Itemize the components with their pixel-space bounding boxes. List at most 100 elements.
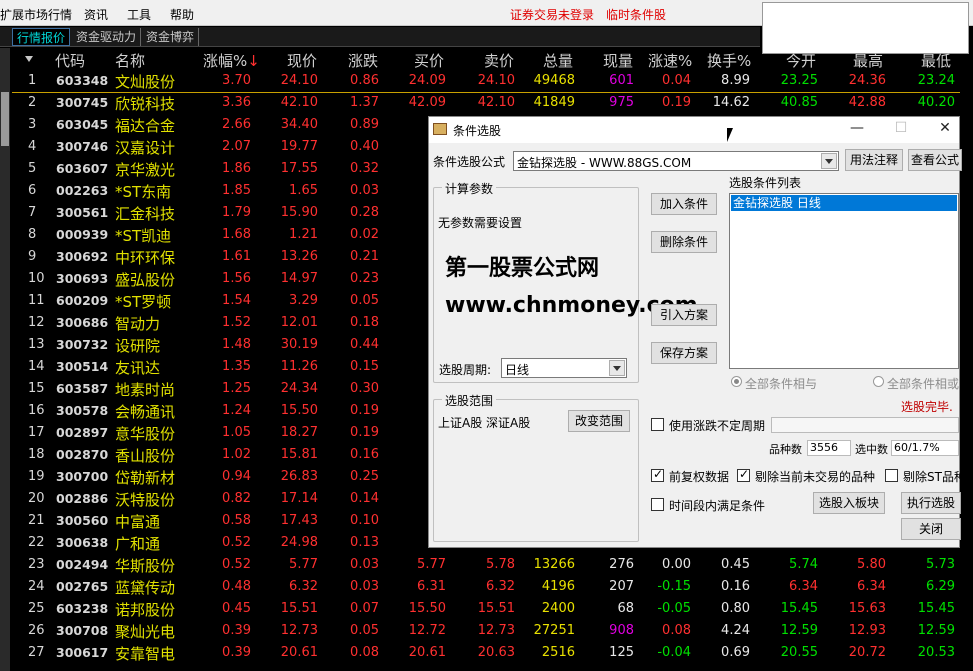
import-plan-button[interactable]: 引入方案 xyxy=(651,304,717,326)
quote-cell: 0.13 xyxy=(350,535,379,550)
chevron-down-icon[interactable] xyxy=(821,153,837,169)
col-volume[interactable]: 总量 xyxy=(543,50,573,71)
stock-code: 603607 xyxy=(56,161,109,176)
quote-cell: 20.61 xyxy=(280,645,318,660)
quote-cell: 0.44 xyxy=(350,337,379,352)
stock-name: 友讯达 xyxy=(115,359,161,377)
temp-condition-stocks[interactable]: 临时条件股 xyxy=(606,6,666,23)
quote-cell: 1.48 xyxy=(222,337,251,352)
range-value: 上证A股 深证A股 xyxy=(438,416,531,430)
maximize-icon[interactable]: ☐ xyxy=(891,120,911,138)
exclude-untraded-checkbox[interactable] xyxy=(737,467,750,482)
radio-all-or[interactable] xyxy=(873,376,884,387)
col-code[interactable]: 代码 xyxy=(55,50,85,71)
col-price[interactable]: 现价 xyxy=(287,50,317,71)
condition-list-label: 选股条件列表 xyxy=(729,176,802,190)
period-select[interactable]: 日线 xyxy=(501,358,627,378)
tab-fund-drive[interactable]: 资金驱动力 xyxy=(72,28,142,46)
table-row[interactable]: 25 603238 诺邦股份 0.45 15.51 0.07 15.50 15.51 2400 6… xyxy=(0,598,973,620)
forward-adjust-checkbox[interactable] xyxy=(651,467,664,482)
minimize-icon[interactable]: — xyxy=(847,120,867,138)
time-range-label: 时间段内满足条件 xyxy=(669,499,766,513)
table-row[interactable]: 26 300708 聚灿光电 0.39 12.73 0.05 12.72 12.73 27251… xyxy=(0,620,973,642)
table-row[interactable]: 2 300745 欣锐科技 3.36 42.10 1.37 42.09 42.10 41849 9… xyxy=(0,92,973,114)
quote-cell: 207 xyxy=(609,579,634,594)
col-name[interactable]: 名称 xyxy=(115,50,145,71)
col-change-pct[interactable]: 涨幅%↓ xyxy=(203,50,260,71)
quote-cell: 3.36 xyxy=(222,95,251,110)
all-and-label: 全部条件相与 xyxy=(745,377,818,391)
quote-cell: 2516 xyxy=(541,645,575,660)
quote-cell: 0.28 xyxy=(350,205,379,220)
menu-help[interactable]: 帮助 xyxy=(170,6,194,23)
close-icon[interactable]: ✕ xyxy=(935,120,955,138)
quote-cell: 15.51 xyxy=(477,601,515,616)
usage-notes-button[interactable]: 用法注释 xyxy=(845,149,903,171)
login-status[interactable]: 证券交易未登录 xyxy=(510,6,594,23)
quote-cell: 125 xyxy=(609,645,634,660)
col-open[interactable]: 今开 xyxy=(786,50,816,71)
execute-pick-button[interactable]: 执行选股 xyxy=(901,492,961,514)
quote-cell: 5.77 xyxy=(289,557,318,572)
col-speed[interactable]: 涨速% xyxy=(648,50,692,71)
condition-stock-picker-dialog: 条件选股 — ☐ ✕ 条件选股公式 金钻探选股 - WWW.88GS.COM 用… xyxy=(428,116,966,548)
condition-list-item[interactable]: 金钻探选股 日线 xyxy=(731,195,957,211)
quote-cell: 1.65 xyxy=(289,183,318,198)
view-formula-button[interactable]: 查看公式 xyxy=(908,149,962,171)
dialog-titlebar[interactable]: 条件选股 — ☐ ✕ xyxy=(429,117,959,143)
row-index: 6 xyxy=(28,183,37,198)
stock-code: 300560 xyxy=(56,513,109,528)
stock-code: 002870 xyxy=(56,447,109,462)
menu-news[interactable]: 资讯 xyxy=(84,6,108,23)
col-cur-volume[interactable]: 现量 xyxy=(603,50,633,71)
col-bid[interactable]: 买价 xyxy=(414,50,444,71)
quote-cell: 24.98 xyxy=(280,535,318,550)
col-turnover[interactable]: 换手% xyxy=(707,50,751,71)
col-change[interactable]: 涨跌 xyxy=(348,50,378,71)
table-row[interactable]: 23 002494 华斯股份 0.52 5.77 0.03 5.77 5.78 13266 276… xyxy=(0,554,973,576)
close-button[interactable]: 关闭 xyxy=(901,518,961,540)
quote-cell: 8.99 xyxy=(721,73,750,88)
col-high[interactable]: 最高 xyxy=(853,50,883,71)
quote-cell: 14.62 xyxy=(712,95,750,110)
quote-cell: 1.56 xyxy=(222,271,251,286)
to-block-button[interactable]: 选股入板块 xyxy=(813,492,885,514)
save-plan-button[interactable]: 保存方案 xyxy=(651,342,717,364)
menu-extended-market[interactable]: 扩展市场行情 xyxy=(0,6,72,23)
quote-cell: 0.05 xyxy=(350,623,379,638)
add-condition-button[interactable]: 加入条件 xyxy=(651,193,717,215)
quote-cell: 0.05 xyxy=(350,293,379,308)
table-row[interactable]: 24 002765 蓝黛传动 0.48 6.32 0.03 6.31 6.32 4196 207 -… xyxy=(0,576,973,598)
quote-cell: 24.36 xyxy=(848,73,886,88)
tab-fund-game[interactable]: 资金博弈 xyxy=(142,28,200,46)
change-range-button[interactable]: 改变范围 xyxy=(568,410,630,432)
stock-code: 300700 xyxy=(56,469,109,484)
tab-quotes[interactable]: 行情报价 xyxy=(12,28,71,46)
quote-cell: 12.93 xyxy=(848,623,886,638)
radio-all-and[interactable] xyxy=(731,376,742,387)
use-uncertain-period-checkbox[interactable] xyxy=(651,418,664,431)
delete-condition-button[interactable]: 删除条件 xyxy=(651,231,717,253)
quote-cell: 0.21 xyxy=(350,249,379,264)
stock-code: 002886 xyxy=(56,491,109,506)
all-or-label: 全部条件相或 xyxy=(887,377,960,391)
condition-list[interactable]: 金钻探选股 日线 xyxy=(729,193,959,369)
row-index: 8 xyxy=(28,227,37,242)
menu-tools[interactable]: 工具 xyxy=(127,6,151,23)
exclude-st-checkbox[interactable] xyxy=(885,469,898,482)
stock-code: 300617 xyxy=(56,645,109,660)
pick-range-group: 选股范围 上证A股 深证A股 改变范围 xyxy=(433,392,639,542)
table-row[interactable]: 27 300617 安靠智电 0.39 20.61 0.08 20.61 20.63 2516 1… xyxy=(0,642,973,664)
stock-name: 汇金科技 xyxy=(115,205,176,223)
sort-menu-icon[interactable] xyxy=(25,56,33,62)
chevron-down-icon[interactable] xyxy=(609,360,625,376)
row-index: 15 xyxy=(28,381,45,396)
table-row[interactable]: 1 603348 文灿股份 3.70 24.10 0.86 24.09 24.10 49468 6… xyxy=(0,70,973,92)
quote-cell: 15.45 xyxy=(780,601,818,616)
time-range-checkbox[interactable] xyxy=(651,498,664,511)
col-low[interactable]: 最低 xyxy=(921,50,951,71)
formula-select[interactable]: 金钻探选股 - WWW.88GS.COM xyxy=(513,151,839,171)
col-ask[interactable]: 卖价 xyxy=(484,50,514,71)
stock-code: 000939 xyxy=(56,227,109,242)
quote-cell: 0.16 xyxy=(350,447,379,462)
